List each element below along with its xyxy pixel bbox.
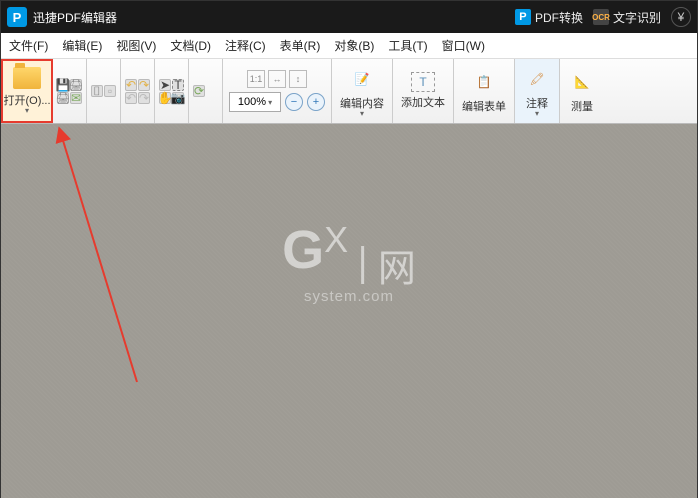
file-ops-group: 💾 🖨 🖨 ✉ [53, 59, 87, 123]
pdf-convert-button[interactable]: P PDF转换 [515, 9, 583, 26]
menu-view[interactable]: 视图(V) [116, 37, 156, 54]
measure-label: 测量 [571, 98, 593, 114]
pdf-convert-label: PDF转换 [535, 9, 583, 26]
menubar: 文件(F) 编辑(E) 视图(V) 文档(D) 注释(C) 表单(R) 对象(B… [1, 33, 697, 59]
menu-object[interactable]: 对象(B) [334, 37, 374, 54]
zoom-group: 1:1 ↔ ↕ 100%▾ − + [223, 59, 332, 123]
menu-annotate[interactable]: 注释(C) [225, 37, 266, 54]
scanner-icon[interactable]: ⌷ [91, 85, 103, 97]
textbox-icon[interactable]: T [172, 79, 184, 91]
ocr-label: 文字识别 [613, 9, 661, 26]
edit-form-button[interactable]: 📋 编辑表单 [454, 59, 515, 123]
measure-icon: 📐 [568, 68, 596, 96]
menu-file[interactable]: 文件(F) [9, 37, 48, 54]
save-icon[interactable]: 💾 [57, 79, 69, 91]
measure-button[interactable]: 📐 测量 [560, 59, 604, 123]
redo2-icon[interactable]: ↷ [138, 92, 150, 104]
rotate-group: ⟳ [189, 59, 223, 123]
annotate-icon: 🖍 [523, 65, 551, 93]
rotate-icon[interactable]: ⟳ [193, 85, 205, 97]
undo2-icon[interactable]: ↶ [125, 92, 137, 104]
toolbar: 打开(O)... ▾ 💾 🖨 🖨 ✉ ⌷ ▫ ↶ ↷ ↶ ↷ [1, 59, 697, 124]
menu-form[interactable]: 表单(R) [280, 37, 321, 54]
app-icon: P [7, 7, 27, 27]
add-text-icon: T [411, 72, 435, 92]
currency-icon[interactable]: ¥ [671, 7, 691, 27]
annotation-arrow [49, 124, 149, 384]
select-group: ➤ T ✋ 📷 [155, 59, 189, 123]
annotate-button[interactable]: 🖍 注释 ▾ [515, 59, 560, 123]
wm-sub: system.com [282, 288, 416, 305]
wm-divider [362, 246, 365, 284]
menu-edit[interactable]: 编辑(E) [62, 37, 102, 54]
wm-g: G [282, 220, 324, 280]
camera-icon[interactable]: 📷 [172, 92, 184, 104]
mail-icon[interactable]: ✉ [70, 92, 82, 104]
dropdown-indicator: ▾ [25, 106, 29, 115]
ocr-icon: OCR [593, 9, 609, 25]
titlebar: P 迅捷PDF编辑器 P PDF转换 OCR 文字识别 ¥ [1, 1, 697, 33]
zoom-value: 100% [238, 96, 266, 108]
canvas-area: GX 网 system.com [1, 124, 697, 498]
fit-width-icon[interactable]: 1:1 [247, 70, 265, 88]
ocr-button[interactable]: OCR 文字识别 [593, 9, 661, 26]
edit-form-icon: 📋 [470, 68, 498, 96]
wm-x: X [324, 219, 348, 260]
fit-page-icon[interactable]: ↔ [268, 70, 286, 88]
open-button[interactable]: 打开(O)... ▾ [1, 59, 53, 123]
menu-document[interactable]: 文档(D) [170, 37, 211, 54]
zoom-out-button[interactable]: − [285, 93, 303, 111]
edit-content-button[interactable]: 📝 编辑内容 ▾ [332, 59, 393, 123]
dropdown-indicator: ▾ [360, 109, 364, 118]
scanner-group: ⌷ ▫ [87, 59, 121, 123]
edit-form-label: 编辑表单 [462, 98, 506, 114]
undo-icon[interactable]: ↶ [125, 79, 137, 91]
cursor-icon[interactable]: ➤ [159, 79, 171, 91]
window-title: 迅捷PDF编辑器 [33, 9, 515, 26]
menu-window[interactable]: 窗口(W) [442, 37, 485, 54]
dropdown-indicator: ▾ [535, 109, 539, 118]
watermark: GX 网 system.com [282, 219, 416, 305]
folder-icon [13, 67, 41, 89]
wm-cn: 网 [378, 248, 416, 290]
menu-tools[interactable]: 工具(T) [388, 37, 427, 54]
add-text-label: 添加文本 [401, 94, 445, 110]
print2-icon[interactable]: 🖨 [57, 92, 69, 104]
hand-icon[interactable]: ✋ [159, 92, 171, 104]
add-text-button[interactable]: T 添加文本 [393, 59, 454, 123]
pdf-icon: P [515, 9, 531, 25]
zoom-in-button[interactable]: + [307, 93, 325, 111]
history-group: ↶ ↷ ↶ ↷ [121, 59, 155, 123]
edit-content-icon: 📝 [348, 65, 376, 93]
redo-icon[interactable]: ↷ [138, 79, 150, 91]
blank-icon[interactable]: ▫ [104, 85, 116, 97]
fit-height-icon[interactable]: ↕ [289, 70, 307, 88]
print-icon[interactable]: 🖨 [70, 79, 82, 91]
zoom-input[interactable]: 100%▾ [229, 92, 281, 112]
